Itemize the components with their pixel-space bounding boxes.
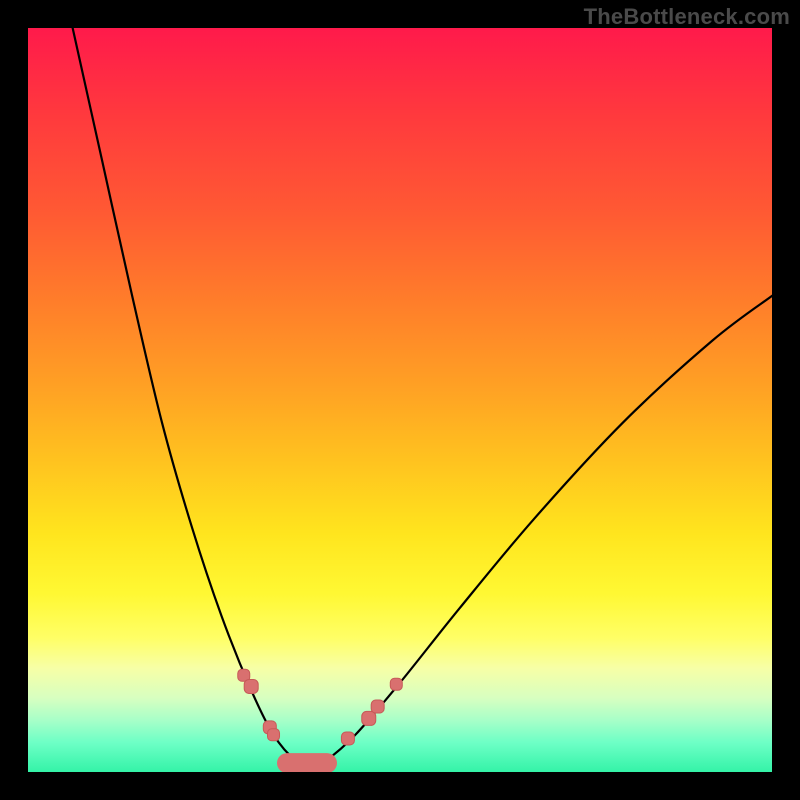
marker-bottom-pill xyxy=(277,753,337,772)
bottleneck-curve xyxy=(73,28,772,766)
marker-left-upper xyxy=(244,679,258,693)
plot-area xyxy=(28,28,772,772)
chart-svg xyxy=(28,28,772,772)
marker-right-mid xyxy=(362,711,376,725)
marker-right-mid xyxy=(371,700,384,713)
marker-right-lower xyxy=(341,732,354,745)
marker-right-upper xyxy=(390,678,402,690)
marker-left-lower xyxy=(268,729,280,741)
watermark-text: TheBottleneck.com xyxy=(584,4,790,30)
chart-frame: TheBottleneck.com xyxy=(0,0,800,800)
marker-layer xyxy=(238,669,403,772)
